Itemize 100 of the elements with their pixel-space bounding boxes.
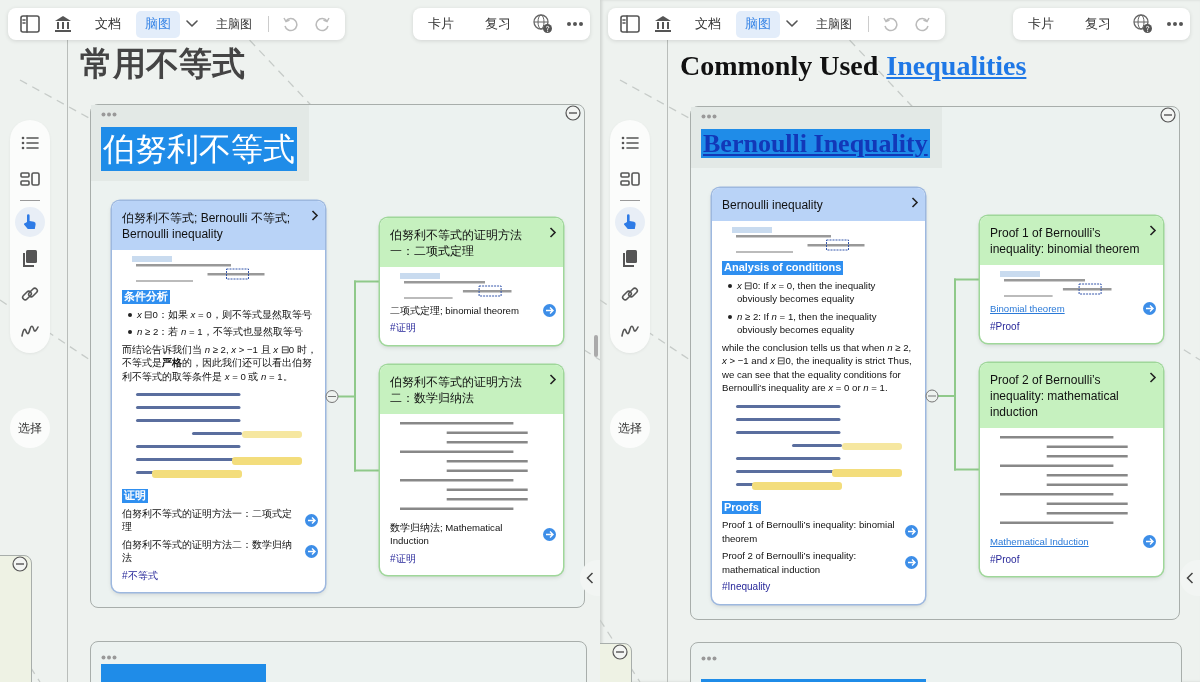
- bullet-icon: [728, 314, 732, 319]
- chevron-right-icon[interactable]: [911, 197, 919, 209]
- chevron-right-icon[interactable]: [311, 210, 319, 221]
- chevron-right-icon[interactable]: [549, 226, 557, 238]
- mind-map-card[interactable]: Proof 1 of Bernoulli’s inequality: binomial theorem Binomial theorem #Proof: [980, 216, 1163, 343]
- collapse-icon[interactable]: [325, 390, 339, 403]
- card-title: Proof 2 of Bernoulli’s inequality: mathematical induction: [990, 372, 1120, 420]
- arrow-circle-icon[interactable]: [305, 544, 318, 558]
- mind-map-card[interactable]: 伯努利不等式的证明方法一：二项式定理 二项式定理; binomial theorem #证明: [380, 217, 563, 345]
- page-title: 常用不等式: [80, 44, 246, 84]
- card-link-item[interactable]: 伯努利不等式的证明方法二：数学归纳法: [122, 537, 301, 565]
- hand-pointer-icon[interactable]: [22, 213, 38, 231]
- select-button[interactable]: 选择: [610, 408, 650, 448]
- bullet-text: n ≥ 2: If n = 1, then the inequality obviously becomes equality: [737, 309, 878, 337]
- sidebar-icon[interactable]: [20, 15, 40, 33]
- copy-icon[interactable]: [622, 249, 638, 267]
- chevron-left-icon[interactable]: [586, 572, 594, 584]
- arrow-circle-icon[interactable]: [305, 513, 318, 527]
- mind-map-card[interactable]: Proof 2 of Bernoulli’s inequality: mathematical induction Mathematical Induction #Proof: [980, 363, 1163, 576]
- sidebar-icon[interactable]: [620, 15, 640, 33]
- paragraph: 而结论告诉我们当 n ≥ 2, x > −1 且 x ⊟0 时，不等式是严格的，因此我们还可以看出伯努利不等式的取等条件是 x = 0 或 n = 1。: [122, 342, 318, 383]
- link-icon[interactable]: [21, 285, 39, 303]
- collapse-icon[interactable]: [12, 556, 28, 572]
- section-heading: 条件分析: [122, 290, 170, 304]
- tag-label[interactable]: #证明: [390, 321, 416, 335]
- layout-icon[interactable]: [620, 172, 640, 186]
- tag-label[interactable]: #Inequality: [722, 580, 771, 594]
- bullet-text: x ⊟0：如果 x = 0，则不等式显然取等号: [137, 307, 312, 321]
- toolbar-button[interactable]: 复习: [1076, 10, 1121, 38]
- arrow-circle-icon[interactable]: [905, 525, 918, 539]
- card-title: Proof 1 of Bernoulli’s inequality: binomial theorem: [990, 225, 1141, 257]
- card-title: 伯努利不等式; Bernoulli 不等式; Bernoulli inequality: [122, 210, 292, 242]
- scrollbar[interactable]: [594, 335, 598, 357]
- link[interactable]: Binomial theorem: [990, 302, 1139, 316]
- globe-help-icon[interactable]: [532, 14, 553, 34]
- collapse-icon[interactable]: [1160, 107, 1176, 123]
- map-menu-button[interactable]: 主脑图: [786, 16, 852, 32]
- card-link-item[interactable]: Proof 2 of Bernoulli’s inequality: mathematical induction: [722, 549, 901, 577]
- section-heading: Proofs: [722, 500, 761, 515]
- list-icon[interactable]: [621, 136, 639, 150]
- chevron-down-icon: [786, 20, 798, 28]
- section-heading: 证明: [122, 489, 148, 503]
- more-icon[interactable]: [565, 21, 584, 27]
- arrow-circle-icon[interactable]: [1143, 535, 1156, 549]
- paragraph: while the conclusion tells us that when n ≥ 2, x > −1 and x ⊟0, the inequality is strict Thus, we can see that the equality conditions for Bernoulli's inequality are x = 0 or n = 1.: [722, 340, 913, 395]
- tool-button[interactable]: [15, 207, 45, 237]
- chevron-right-icon[interactable]: [1149, 225, 1157, 236]
- bullet-text: n ≥ 2：若 n = 1，不等式也显然取等号: [137, 325, 303, 339]
- bank-icon[interactable]: [54, 15, 72, 33]
- toolbar-tab[interactable]: 文档: [686, 10, 730, 38]
- collapse-tab[interactable]: [1180, 560, 1200, 596]
- hand-pointer-icon[interactable]: [622, 213, 638, 231]
- arrow-circle-icon[interactable]: [543, 304, 556, 317]
- card-title: 伯努利不等式的证明方法一：二项式定理: [390, 226, 523, 259]
- page-title: Commonly Used: [680, 50, 879, 81]
- chevron-down-icon: [186, 20, 198, 28]
- mind-map-card[interactable]: [112, 201, 325, 592]
- tag-label[interactable]: #Proof: [990, 552, 1020, 566]
- heading-node[interactable]: 伯努利不等式: [91, 105, 309, 181]
- toolbar-button[interactable]: 卡片: [1019, 10, 1064, 38]
- mind-map-card[interactable]: [712, 188, 925, 604]
- card-link-item[interactable]: Proof 1 of Bernoulli’s inequality: binomial theorem: [722, 518, 901, 546]
- list-icon[interactable]: [21, 136, 39, 150]
- toolbar-button[interactable]: 复习: [476, 10, 521, 38]
- chevron-left-icon[interactable]: [1186, 572, 1194, 584]
- arrow-circle-icon[interactable]: [543, 527, 556, 541]
- more-icon[interactable]: [1165, 21, 1184, 27]
- collapse-icon[interactable]: [612, 644, 628, 660]
- group-heading: Bernoulli Inequality: [701, 129, 930, 158]
- globe-help-icon[interactable]: [1132, 14, 1153, 34]
- arrow-circle-icon[interactable]: [1143, 302, 1156, 316]
- card-link-item[interactable]: 伯努利不等式的证明方法一：二项式定理: [122, 506, 301, 534]
- layout-icon[interactable]: [20, 172, 40, 186]
- bank-icon[interactable]: [654, 15, 672, 33]
- tool-button[interactable]: [615, 207, 645, 237]
- card-link-item[interactable]: 数学归纳法; Mathematical Induction: [390, 520, 539, 548]
- chevron-right-icon[interactable]: [549, 373, 557, 385]
- bullet-icon: [128, 330, 132, 334]
- drag-dots-icon[interactable]: [101, 655, 117, 660]
- toolbar-tab[interactable]: 文档: [86, 10, 130, 38]
- link[interactable]: Mathematical Induction: [990, 535, 1139, 549]
- collapse-icon[interactable]: [565, 105, 581, 121]
- drag-dots-icon[interactable]: [701, 656, 717, 661]
- tag-label[interactable]: #证明: [390, 551, 416, 566]
- arrow-circle-icon[interactable]: [905, 556, 918, 570]
- bullet-icon: [128, 312, 132, 317]
- title-link[interactable]: Inequalities: [886, 50, 1027, 81]
- select-button[interactable]: 选择: [10, 408, 50, 448]
- card-link-item[interactable]: 二项式定理; binomial theorem: [390, 303, 539, 318]
- map-menu-button[interactable]: 主脑图: [186, 16, 252, 32]
- tag-label[interactable]: #不等式: [122, 568, 158, 582]
- mind-map-card[interactable]: 伯努利不等式的证明方法二：数学归纳法 数学归纳法; Mathematical Induction #证明: [380, 364, 563, 576]
- collapse-icon[interactable]: [925, 389, 939, 403]
- tag-label[interactable]: #Proof: [990, 319, 1020, 333]
- card-title: Bernoulli inequality: [722, 197, 824, 214]
- copy-icon[interactable]: [22, 249, 38, 267]
- chevron-right-icon[interactable]: [1149, 372, 1157, 383]
- toolbar-button[interactable]: 卡片: [419, 10, 464, 38]
- link-icon[interactable]: [621, 285, 639, 303]
- card-title: 伯努利不等式的证明方法二：数学归纳法: [390, 373, 523, 406]
